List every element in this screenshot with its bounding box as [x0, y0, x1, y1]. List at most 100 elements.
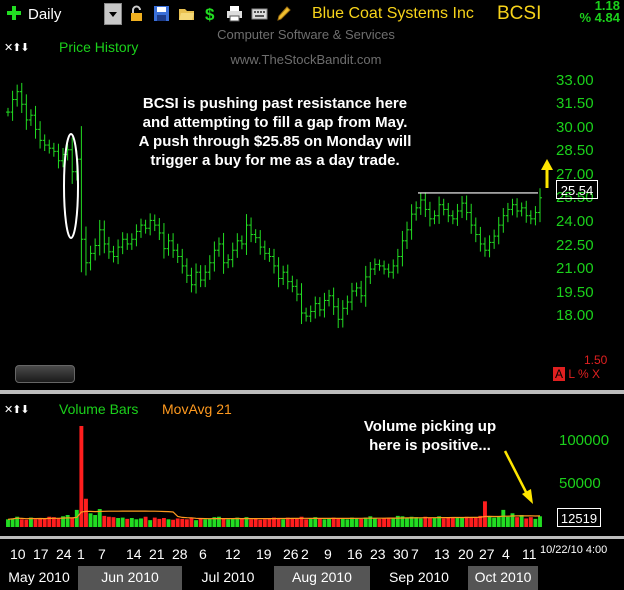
- volume-bar: [354, 518, 359, 527]
- month-label[interactable]: Sep 2010: [370, 566, 468, 590]
- scale-button-x[interactable]: X: [592, 367, 600, 381]
- price-bar: [56, 143, 61, 169]
- volume-bar: [372, 518, 377, 527]
- volume-bar: [267, 518, 272, 527]
- date-tick-label: 19: [256, 546, 272, 562]
- month-label[interactable]: Aug 2010: [274, 566, 370, 590]
- volume-bar: [327, 518, 331, 527]
- price-bar: [111, 245, 116, 263]
- price-bar: [203, 265, 208, 288]
- price-bar: [405, 221, 409, 250]
- price-bar: [423, 192, 428, 218]
- volume-bar: [510, 513, 515, 527]
- price-bar: [363, 265, 368, 307]
- price-bar: [492, 229, 497, 249]
- volume-bar: [501, 509, 506, 527]
- volume-bar: [359, 518, 364, 527]
- price-bar: [194, 263, 199, 294]
- last-volume-box: 12519: [557, 508, 601, 527]
- price-bar: [161, 223, 166, 259]
- volume-bar: [19, 519, 24, 527]
- price-bar: [38, 121, 43, 149]
- volume-bar: [226, 519, 231, 527]
- volume-bar: [386, 517, 391, 527]
- month-bar[interactable]: May 2010 Jun 2010 Jul 2010 Aug 2010 Sep 2010…: [0, 566, 624, 590]
- last-price-box: 25.54: [556, 180, 598, 199]
- scale-button-pct[interactable]: %: [578, 367, 589, 381]
- price-tick-label: 33.00: [556, 71, 594, 89]
- price-bar: [189, 267, 194, 293]
- volume-bar: [84, 498, 88, 527]
- volume-bar: [38, 518, 43, 527]
- volume-ma-label: MovAvg 21: [162, 401, 232, 417]
- price-bar: [359, 280, 364, 303]
- panel-divider[interactable]: [0, 390, 624, 394]
- price-bar: [331, 287, 336, 315]
- price-bar: [33, 105, 38, 139]
- price-bar: [253, 229, 258, 244]
- volume-bar: [6, 519, 10, 527]
- date-tick-label: 11: [522, 546, 537, 562]
- price-bar: [294, 279, 299, 302]
- volume-panel-controls[interactable]: ✕⬆⬇: [4, 403, 30, 416]
- price-bar: [267, 248, 272, 262]
- volume-bar: [533, 518, 538, 527]
- volume-bar: [322, 519, 327, 527]
- volume-bar: [340, 518, 345, 527]
- month-label[interactable]: May 2010: [0, 566, 78, 590]
- date-tick-label: 13: [434, 546, 450, 562]
- date-tick-label: 21: [149, 546, 165, 562]
- price-bar: [249, 217, 254, 243]
- volume-bar: [157, 518, 162, 527]
- price-bar: [317, 297, 322, 317]
- price-bar: [19, 82, 24, 114]
- price-bar: [102, 220, 107, 254]
- price-bar: [377, 259, 382, 271]
- volume-bar: [515, 517, 520, 527]
- volume-bar: [24, 519, 29, 527]
- price-bar: [327, 289, 332, 307]
- price-bar: [262, 240, 267, 260]
- price-bar: [505, 202, 510, 223]
- date-tick-label: 24: [56, 546, 72, 562]
- price-bar: [496, 216, 501, 245]
- scroll-handle[interactable]: [15, 365, 75, 383]
- price-bar: [106, 236, 111, 259]
- price-bar: [285, 264, 290, 290]
- volume-bar: [194, 520, 198, 527]
- price-tick-label: 30.00: [556, 118, 594, 136]
- price-bar: [450, 210, 455, 225]
- month-label[interactable]: Oct 2010: [468, 566, 538, 590]
- price-bar: [418, 192, 423, 215]
- price-bar: [157, 218, 162, 241]
- price-bar: [469, 203, 474, 234]
- volume-bar: [139, 518, 143, 527]
- price-bar: [258, 230, 263, 255]
- month-label[interactable]: Jul 2010: [182, 566, 274, 590]
- price-bar: [528, 210, 533, 225]
- volume-annotation: Volume picking up here is positive...: [340, 417, 520, 455]
- date-tick-label: 23: [370, 546, 386, 562]
- volume-bar: [405, 517, 409, 527]
- date-tick-label: 6: [199, 546, 207, 562]
- volume-bar: [143, 516, 148, 527]
- volume-bar: [450, 517, 455, 527]
- volume-bar: [276, 518, 281, 527]
- date-tick-label: 14: [126, 546, 142, 562]
- price-bar: [400, 230, 405, 267]
- volume-bar: [207, 518, 212, 527]
- volume-bar: [262, 519, 267, 527]
- volume-bar: [152, 517, 157, 527]
- scale-button-l[interactable]: L: [568, 367, 574, 381]
- volume-arrow: [503, 450, 530, 497]
- price-bar: [198, 265, 203, 288]
- price-bar: [441, 198, 446, 216]
- scale-button-a[interactable]: A: [553, 367, 566, 381]
- month-label[interactable]: Jun 2010: [78, 566, 182, 590]
- price-bar: [239, 235, 244, 250]
- price-bar: [345, 295, 350, 315]
- price-bar: [166, 233, 171, 256]
- date-tick-label: 7: [98, 546, 106, 562]
- volume-bar: [427, 517, 432, 527]
- volume-bar: [473, 518, 478, 527]
